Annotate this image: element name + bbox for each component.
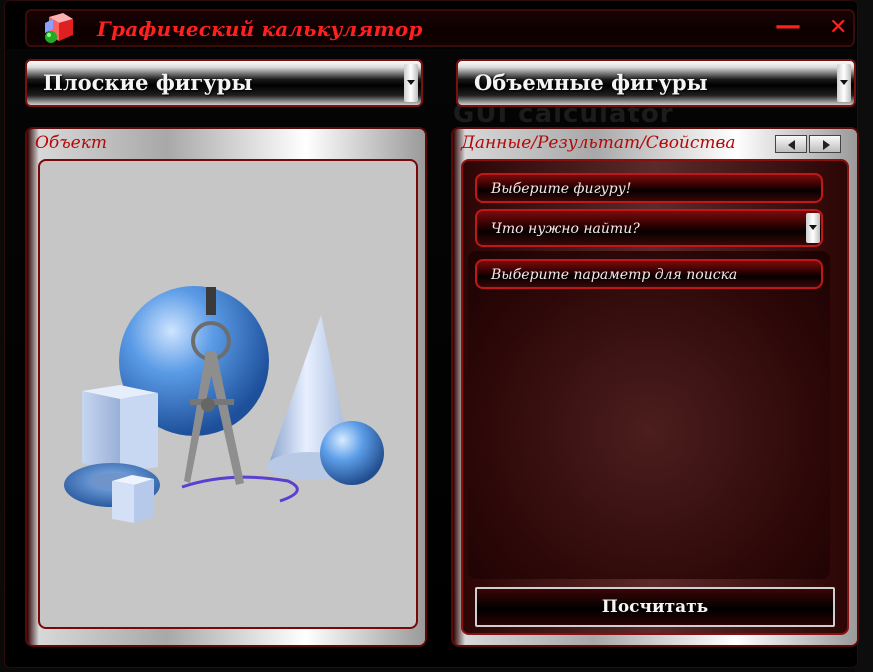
- chevron-down-icon[interactable]: [404, 64, 418, 102]
- shape-prompt-field[interactable]: Выберите фигуру!: [475, 173, 823, 203]
- chevron-down-icon[interactable]: [837, 64, 851, 102]
- data-frame: Выберите фигуру! Что нужно найти? Выбери…: [461, 159, 849, 635]
- flat-shapes-dropdown[interactable]: Плоские фигуры: [25, 59, 423, 107]
- object-panel: Объект: [25, 127, 427, 647]
- minimize-icon[interactable]: —: [775, 11, 801, 41]
- title-bar: Графический калькулятор — ✕: [25, 9, 855, 47]
- solid-shapes-label: Объемные фигуры: [474, 70, 708, 95]
- find-target-label: Что нужно найти?: [491, 221, 640, 237]
- page-navigation: [775, 135, 841, 153]
- close-icon[interactable]: ✕: [829, 15, 847, 40]
- object-preview: [38, 159, 418, 629]
- chevron-down-icon[interactable]: [806, 213, 820, 243]
- flat-shapes-label: Плоские фигуры: [43, 70, 253, 95]
- data-panel-label: Данные/Результат/Свойства: [461, 133, 736, 153]
- arrow-right-icon[interactable]: [809, 135, 841, 153]
- object-panel-label: Объект: [35, 133, 107, 153]
- calculate-button[interactable]: Посчитать: [475, 587, 835, 627]
- find-target-dropdown[interactable]: Что нужно найти?: [475, 209, 823, 247]
- results-area: [468, 251, 830, 579]
- solid-shapes-dropdown[interactable]: Объемные фигуры: [456, 59, 856, 107]
- data-panel: Данные/Результат/Свойства Выберите фигур…: [451, 127, 859, 647]
- colored-cubes-icon: [45, 13, 73, 43]
- app-window: Графический калькулятор — ✕ GUI calculat…: [4, 0, 859, 668]
- geometry-shapes-image: [64, 286, 384, 523]
- param-prompt-field[interactable]: Выберите параметр для поиска: [475, 259, 823, 289]
- window-title: Графический калькулятор: [97, 17, 423, 41]
- arrow-left-icon[interactable]: [775, 135, 807, 153]
